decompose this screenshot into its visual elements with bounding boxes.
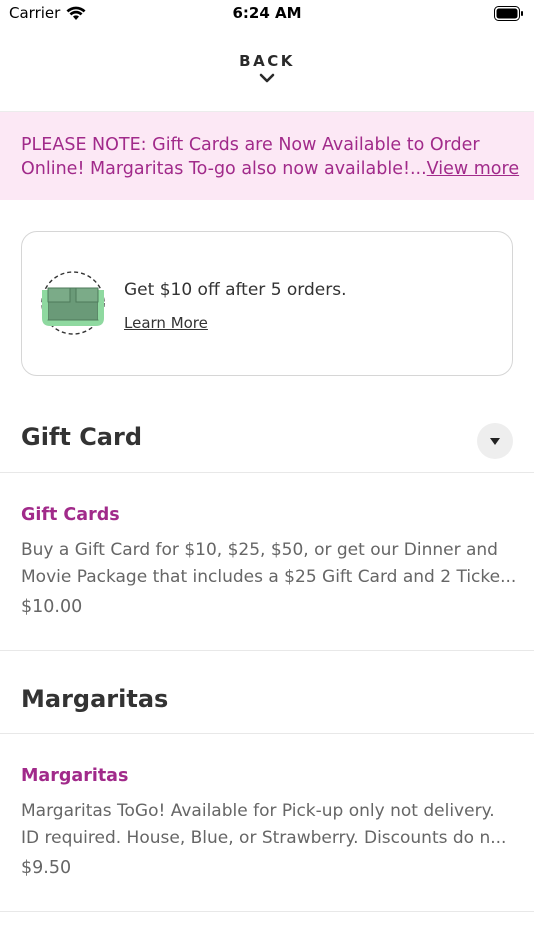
back-label: BACK <box>239 52 295 70</box>
section-header-gift-card: Gift Card <box>0 401 534 475</box>
item-description-line-1: Margaritas ToGo! Available for Pick-up o… <box>21 801 495 821</box>
notice-line-2: Online! Margaritas To-go also now availa… <box>21 159 427 179</box>
item-description: Buy a Gift Card for $10, $25, $50, or ge… <box>21 537 517 591</box>
menu-item-margaritas[interactable]: Margaritas Margaritas ToGo! Available fo… <box>0 734 534 912</box>
section-title: Gift Card <box>21 423 143 451</box>
loyalty-promo-card[interactable]: Get $10 off after 5 orders. Learn More <box>21 231 513 376</box>
status-time: 6:24 AM <box>232 4 302 22</box>
collapse-button[interactable] <box>477 423 513 459</box>
gift-box-icon <box>41 271 105 335</box>
back-button[interactable]: BACK <box>217 52 317 98</box>
item-name: Gift Cards <box>21 505 120 525</box>
status-bar: Carrier 6:24 AM <box>0 0 534 30</box>
item-description-line-2: ID required. House, Blue, or Strawberry.… <box>21 828 507 848</box>
caret-down-icon <box>490 437 500 445</box>
learn-more-link[interactable]: Learn More <box>124 314 208 332</box>
section-header-margaritas: Margaritas <box>0 661 534 735</box>
promo-text: Get $10 off after 5 orders. <box>124 280 347 300</box>
battery-icon <box>494 6 523 21</box>
notice-banner: PLEASE NOTE: Gift Cards are Now Availabl… <box>0 112 534 200</box>
section-title: Margaritas <box>21 685 169 713</box>
view-more-link[interactable]: View more <box>427 157 519 181</box>
item-price: $10.00 <box>21 597 83 617</box>
notice-line-1: PLEASE NOTE: Gift Cards are Now Availabl… <box>21 135 480 155</box>
item-divider <box>0 911 534 912</box>
item-price: $9.50 <box>21 858 72 878</box>
notice-line-2-row: Online! Margaritas To-go also now availa… <box>21 157 519 181</box>
chevron-down-icon <box>259 73 275 83</box>
item-divider <box>0 650 534 651</box>
item-description-line-2: Movie Package that includes a $25 Gift C… <box>21 567 517 587</box>
item-description: Margaritas ToGo! Available for Pick-up o… <box>21 798 517 852</box>
item-name: Margaritas <box>21 766 129 786</box>
notice-text: PLEASE NOTE: Gift Cards are Now Availabl… <box>21 133 519 181</box>
menu-item-gift-cards[interactable]: Gift Cards Buy a Gift Card for $10, $25,… <box>0 473 534 651</box>
item-description-line-1: Buy a Gift Card for $10, $25, $50, or ge… <box>21 540 498 560</box>
